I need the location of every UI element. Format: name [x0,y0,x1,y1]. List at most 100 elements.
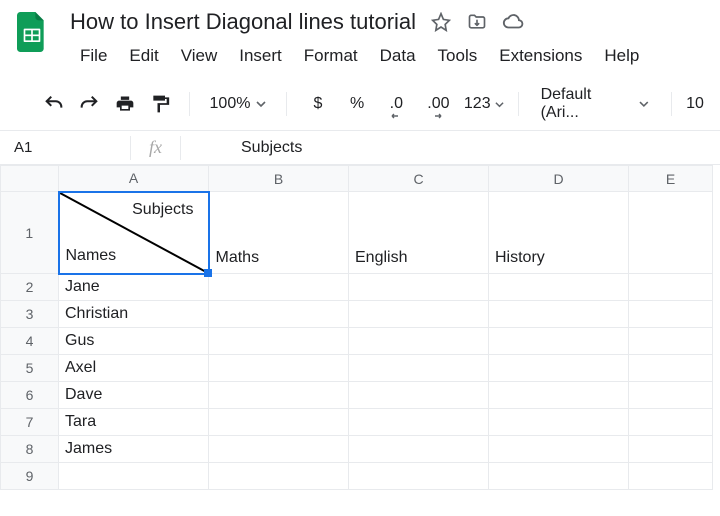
decrease-decimal-button[interactable]: .0 [380,95,413,113]
menu-format[interactable]: Format [294,40,368,72]
name-box[interactable]: A1 [0,139,130,156]
doc-title[interactable]: How to Insert Diagonal lines tutorial [70,9,416,35]
fx-label: fx [131,137,180,158]
col-header-A[interactable]: A [59,166,209,192]
cell-D8[interactable] [489,436,629,463]
menu-tools[interactable]: Tools [428,40,488,72]
cell-C3[interactable] [349,301,489,328]
menu-help[interactable]: Help [594,40,649,72]
cell-A3[interactable]: Christian [59,301,209,328]
cell-A1-selected[interactable]: Subjects Names [59,192,209,274]
menu-edit[interactable]: Edit [119,40,168,72]
format-percent-button[interactable]: % [341,95,374,113]
cell-C2[interactable] [349,274,489,301]
separator [189,92,190,116]
zoom-selector[interactable]: 100% [204,95,273,113]
row-header-5[interactable]: 5 [1,355,59,382]
menu-view[interactable]: View [171,40,228,72]
col-header-D[interactable]: D [489,166,629,192]
cell-A8[interactable]: James [59,436,209,463]
cell-C5[interactable] [349,355,489,382]
cell-A4[interactable]: Gus [59,328,209,355]
cell-D7[interactable] [489,409,629,436]
paint-format-button[interactable] [145,89,174,119]
cell-D3[interactable] [489,301,629,328]
cell-B9[interactable] [209,463,349,490]
formula-content[interactable]: Subjects [241,139,302,157]
cell-A6[interactable]: Dave [59,382,209,409]
cell-E3[interactable] [629,301,713,328]
cell-E4[interactable] [629,328,713,355]
separator [518,92,519,116]
cell-C4[interactable] [349,328,489,355]
selection-handle[interactable] [204,269,212,277]
increase-decimal-button[interactable]: .00 [419,95,458,113]
font-size[interactable]: 10 [686,95,704,113]
format-currency-button[interactable]: $ [301,95,334,113]
row-header-7[interactable]: 7 [1,409,59,436]
caret-down-icon [495,100,504,109]
print-button[interactable] [110,89,139,119]
col-header-C[interactable]: C [349,166,489,192]
cell-A9[interactable] [59,463,209,490]
cell-A7[interactable]: Tara [59,409,209,436]
cell-B2[interactable] [209,274,349,301]
cell-D4[interactable] [489,328,629,355]
cell-A5[interactable]: Axel [59,355,209,382]
col-header-E[interactable]: E [629,166,713,192]
row-header-1[interactable]: 1 [1,192,59,274]
separator [671,92,672,116]
formula-bar: A1 fx Subjects [0,131,720,165]
cell-C6[interactable] [349,382,489,409]
menu-file[interactable]: File [70,40,117,72]
more-formats-button[interactable]: 123 [464,95,504,113]
cell-C8[interactable] [349,436,489,463]
select-all-corner[interactable] [1,166,59,192]
cell-E6[interactable] [629,382,713,409]
caret-down-icon [256,99,266,109]
cell-C7[interactable] [349,409,489,436]
col-header-B[interactable]: B [209,166,349,192]
row-header-2[interactable]: 2 [1,274,59,301]
cloud-status-icon[interactable] [502,11,524,33]
cell-C9[interactable] [349,463,489,490]
cell-A2[interactable]: Jane [59,274,209,301]
cell-B4[interactable] [209,328,349,355]
cell-B6[interactable] [209,382,349,409]
cell-E9[interactable] [629,463,713,490]
cell-B5[interactable] [209,355,349,382]
move-folder-icon[interactable] [466,11,488,33]
cell-C1[interactable]: English [349,192,489,274]
row-header-9[interactable]: 9 [1,463,59,490]
row-header-8[interactable]: 8 [1,436,59,463]
cell-D1[interactable]: History [489,192,629,274]
cell-E7[interactable] [629,409,713,436]
menu-extensions[interactable]: Extensions [489,40,592,72]
row-header-6[interactable]: 6 [1,382,59,409]
cell-D5[interactable] [489,355,629,382]
cell-A1-bottom-label: Names [66,247,117,265]
cell-B1[interactable]: Maths [209,192,349,274]
cell-D6[interactable] [489,382,629,409]
row-header-4[interactable]: 4 [1,328,59,355]
arrow-right-icon [433,113,443,119]
font-selector[interactable]: Default (Ari... [533,86,658,122]
cell-D9[interactable] [489,463,629,490]
cell-B3[interactable] [209,301,349,328]
cell-E8[interactable] [629,436,713,463]
redo-button[interactable] [75,89,104,119]
menu-data[interactable]: Data [370,40,426,72]
header: How to Insert Diagonal lines tutorial Fi… [0,0,720,72]
cell-E2[interactable] [629,274,713,301]
menu-insert[interactable]: Insert [229,40,292,72]
separator [180,136,181,160]
cell-D2[interactable] [489,274,629,301]
star-icon[interactable] [430,11,452,33]
sheets-logo[interactable] [12,8,52,56]
cell-E1[interactable] [629,192,713,274]
cell-B8[interactable] [209,436,349,463]
cell-B7[interactable] [209,409,349,436]
row-header-3[interactable]: 3 [1,301,59,328]
cell-E5[interactable] [629,355,713,382]
undo-button[interactable] [40,89,69,119]
